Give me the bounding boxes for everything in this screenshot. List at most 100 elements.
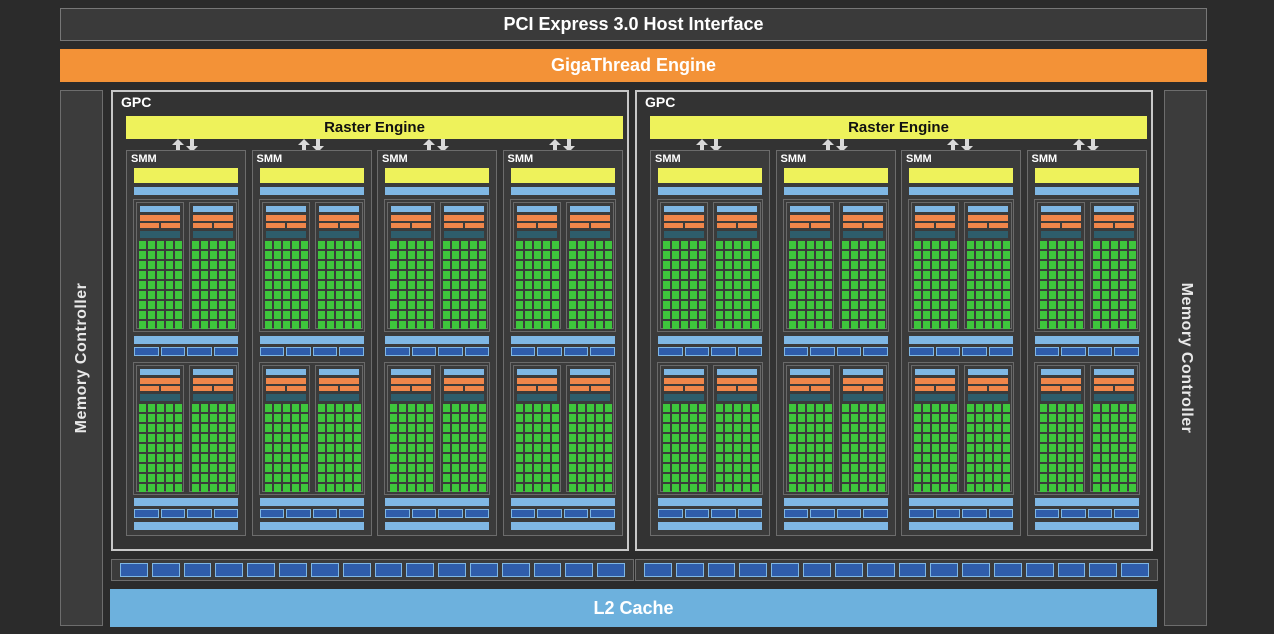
cuda-core [300,291,308,299]
cuda-core [752,321,759,329]
cuda-core [228,291,235,299]
dispatch-unit [968,386,987,391]
instruction-buffer [318,206,359,212]
cuda-core [1119,241,1127,249]
cuda-core [586,464,594,472]
cuda-core [390,311,397,319]
instruction-buffer [444,206,484,212]
cuda-core [139,251,146,259]
cuda-core [1003,291,1010,299]
texture-unit [737,347,762,356]
cuda-core [1057,281,1065,289]
cuda-core [201,261,208,269]
cuda-core [967,311,974,319]
cuda-core [1003,414,1010,422]
cuda-core [273,414,281,422]
cuda-core [219,474,226,482]
cuda-core [219,321,226,329]
cuda-core [699,271,706,279]
cuda-core [291,414,299,422]
cuda-core [417,271,424,279]
smm-core-column [189,365,237,492]
register-file [789,231,830,238]
cuda-core-grid [841,241,886,329]
cuda-core [806,261,814,269]
cuda-core [515,311,523,319]
cuda-core [228,301,235,309]
register-file [717,231,757,238]
smm-title: SMM [382,153,408,165]
shared-memory-bar [385,336,489,344]
cuda-core [353,241,361,249]
cuda-core [797,301,805,309]
smm-core-column [136,365,184,492]
cuda-core [1110,474,1118,482]
cuda-core [716,454,723,462]
cuda-core [1039,484,1047,492]
cuda-core [752,454,759,462]
cuda-core [672,434,679,442]
texture-unit-row [385,347,489,356]
cuda-core [542,281,550,289]
register-file [140,394,180,401]
cuda-core [551,301,559,309]
cuda-core [417,444,424,452]
dispatch-unit [1093,223,1113,228]
cuda-core [577,424,585,432]
cuda-core [716,301,723,309]
cuda-core [192,261,199,269]
smm-core-column [838,365,887,492]
dispatch-unit [161,223,180,228]
cuda-core [595,464,603,472]
raster-engine: Raster Engine [126,116,623,139]
cuda-core [1119,444,1127,452]
cuda-core [1128,474,1136,482]
cuda-core [524,251,532,259]
cuda-core [994,444,1001,452]
cuda-core [335,474,343,482]
texture-unit [339,509,364,518]
cuda-core [408,241,415,249]
cuda-core [824,484,832,492]
cuda-core [426,454,433,462]
cuda-core [699,261,706,269]
cuda-core [672,251,679,259]
cuda-core [470,311,477,319]
smm-core-column [1089,202,1138,329]
cuda-core [568,301,576,309]
cuda-core [815,311,823,319]
cuda-core [663,261,670,269]
cuda-core [426,444,433,452]
cuda-core [577,464,585,472]
instruction-cache [259,187,364,195]
cuda-core [577,434,585,442]
warp-scheduler [664,215,704,221]
cuda-core [681,271,688,279]
cuda-core [586,321,594,329]
cuda-core [967,271,974,279]
cuda-core [806,321,814,329]
cuda-core [1075,291,1083,299]
cuda-core [219,271,226,279]
smm-processing-block [133,362,239,495]
register-file [968,231,1008,238]
cuda-core [524,261,532,269]
cuda-core-grid [914,241,958,329]
polymorph-engine [1034,168,1139,183]
cuda-core [815,474,823,482]
cuda-core [859,301,867,309]
cuda-core [941,311,948,319]
cuda-core [841,484,849,492]
cuda-core [743,271,750,279]
cuda-core [690,484,697,492]
cuda-core [353,414,361,422]
cuda-core [699,291,706,299]
cuda-core [734,271,741,279]
cuda-core [850,444,858,452]
cuda-core [390,261,397,269]
cuda-core [390,474,397,482]
cuda-core [443,291,450,299]
cuda-core [1039,241,1047,249]
texture-unit [160,509,185,518]
cuda-core [219,464,226,472]
